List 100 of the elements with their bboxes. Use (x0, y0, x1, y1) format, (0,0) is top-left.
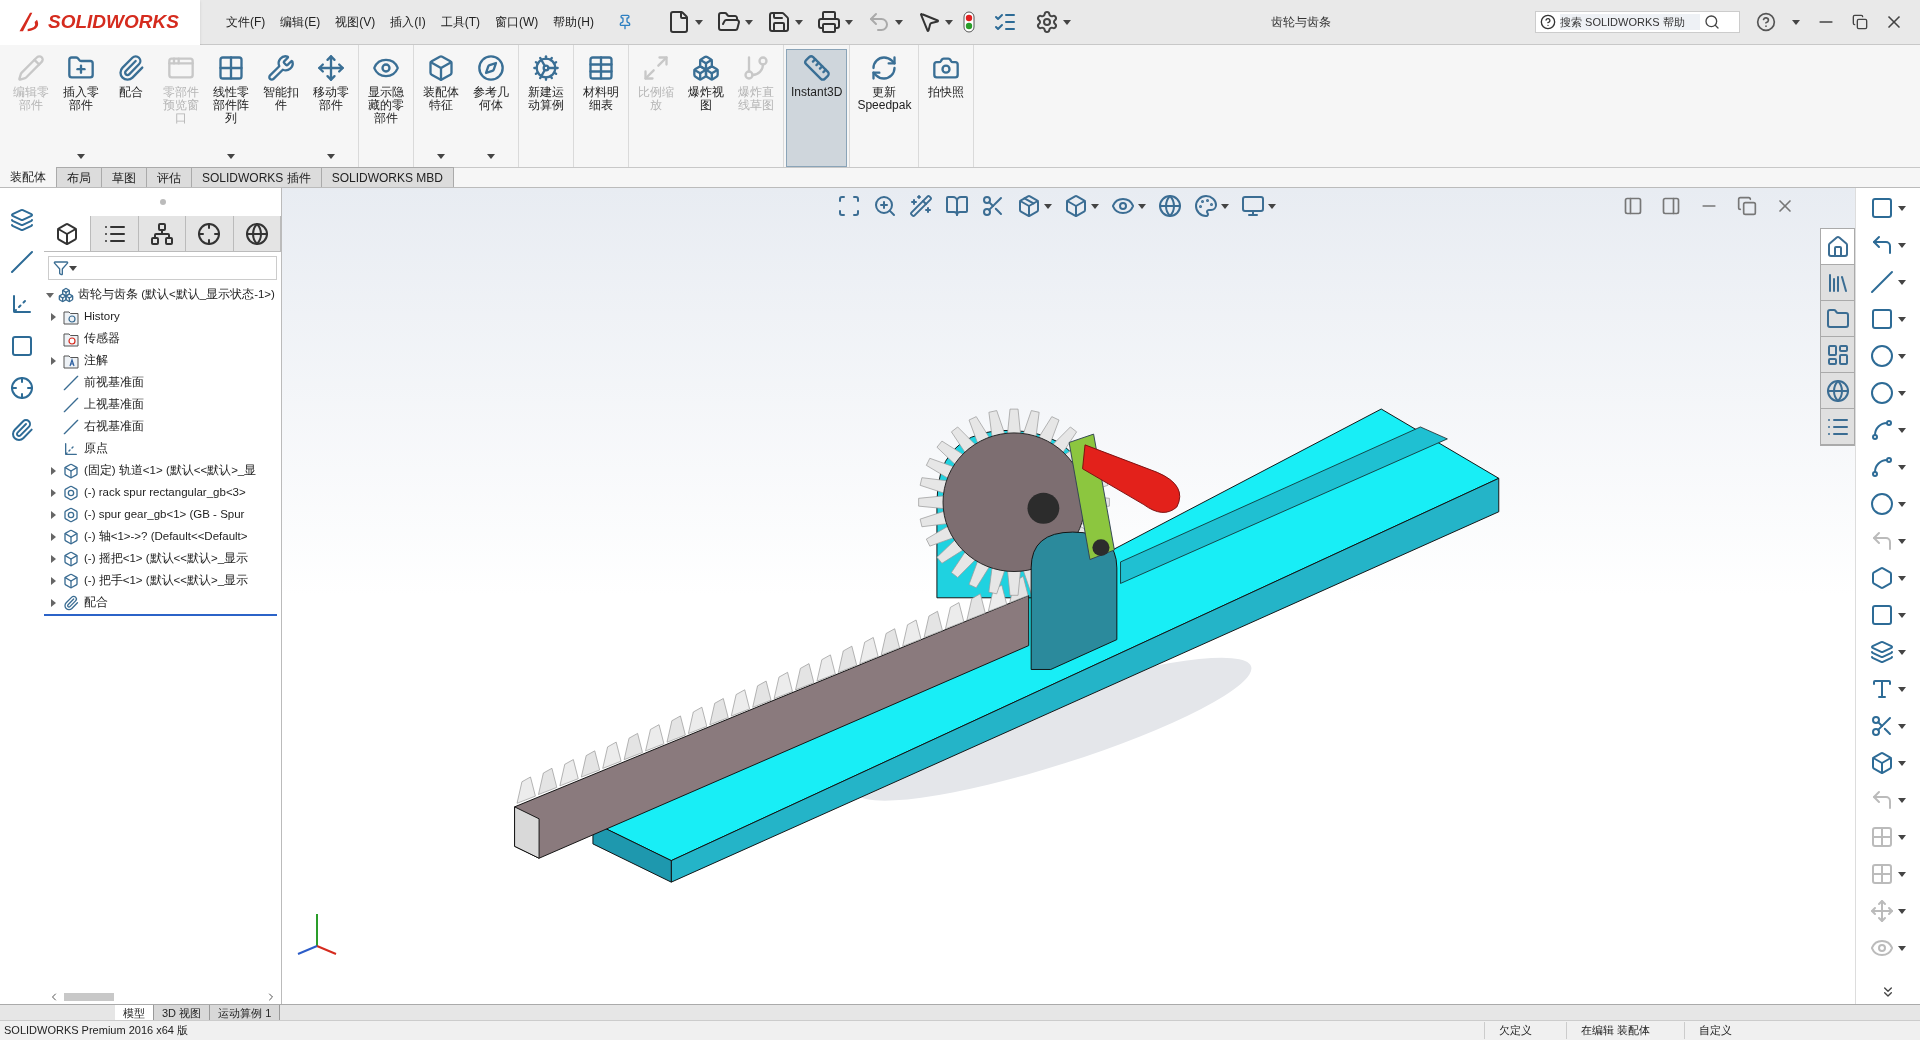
pin-icon[interactable] (617, 14, 633, 30)
tree-item[interactable]: 配合 (44, 592, 281, 614)
caret-icon[interactable] (1898, 242, 1906, 248)
expand-caret-icon[interactable] (50, 555, 56, 563)
tree-item[interactable]: (-) rack spur rectangular_gb<3> (44, 482, 281, 504)
settings-icon[interactable] (1035, 10, 1059, 34)
caret-icon[interactable] (795, 19, 803, 25)
cube-icon[interactable] (1870, 751, 1894, 775)
printer-icon[interactable] (817, 10, 841, 34)
help-icon[interactable] (1756, 12, 1776, 32)
axis-line-icon[interactable] (10, 250, 34, 274)
restore-icon[interactable] (1852, 14, 1868, 30)
ribbon-button[interactable]: 智能扣件 (256, 49, 306, 167)
ribbon-button[interactable]: 配合 (106, 49, 156, 167)
home-icon[interactable] (1825, 234, 1850, 259)
tree-item[interactable]: 原点 (44, 438, 281, 460)
package-icon[interactable] (1017, 194, 1041, 218)
ribbon-button[interactable]: 爆炸视图 (681, 49, 731, 167)
caret-icon[interactable] (945, 19, 953, 25)
ribbon-button[interactable]: 材料明细表 (576, 49, 626, 167)
expand-caret-icon[interactable] (50, 313, 56, 321)
tree-item[interactable]: 前视基准面 (44, 372, 281, 394)
expand-caret-icon[interactable] (46, 291, 54, 299)
panel-right-icon[interactable] (1661, 196, 1681, 216)
tree-item[interactable]: 注解 (44, 350, 281, 372)
caret-icon[interactable] (1898, 723, 1906, 729)
ribbon-button[interactable]: 装配体特征 (416, 49, 466, 167)
caret-icon[interactable] (327, 154, 335, 159)
caret-icon[interactable] (895, 19, 903, 25)
expand-caret-icon[interactable] (50, 467, 56, 475)
globe-icon[interactable] (244, 221, 269, 246)
scrollbar-thumb[interactable] (64, 993, 114, 1001)
menu-item[interactable]: 文件(F) (226, 13, 266, 31)
open-folder-icon[interactable] (717, 10, 741, 34)
expand-caret-icon[interactable] (50, 577, 56, 585)
model-tab[interactable]: 运动算例 1 (210, 1004, 281, 1021)
caret-icon[interactable] (1898, 390, 1906, 396)
tree-item[interactable]: (-) 轴<1>->? (Default<<Default> (44, 526, 281, 548)
mate-icon[interactable] (10, 418, 34, 442)
ribbon-button[interactable]: 参考几何体 (466, 49, 516, 167)
monitor-icon[interactable] (1241, 194, 1265, 218)
caret-icon[interactable] (1898, 612, 1906, 618)
panel-left-icon[interactable] (1623, 196, 1643, 216)
caret-icon[interactable] (1898, 353, 1906, 359)
tree-root[interactable]: 齿轮与齿条 (默认<默认_显示状态-1>) (44, 284, 281, 306)
caret-icon[interactable] (1091, 203, 1099, 209)
ribbon-button[interactable]: 更新 Speedpak (852, 49, 917, 167)
save-icon[interactable] (767, 10, 791, 34)
caret-icon[interactable] (1898, 316, 1906, 322)
ribbon-button[interactable]: 线性零部件阵列 (206, 49, 256, 167)
caret-icon[interactable] (227, 154, 235, 159)
caret-icon[interactable] (1898, 649, 1906, 655)
polygon-icon[interactable] (1870, 566, 1894, 590)
menu-item[interactable]: 窗口(W) (495, 13, 539, 31)
ribbon-button[interactable]: 显示隐藏的零部件 (361, 49, 411, 167)
menu-item[interactable]: 工具(T) (440, 13, 480, 31)
tree-item[interactable]: 上视基准面 (44, 394, 281, 416)
config-tree-icon[interactable] (150, 221, 174, 246)
traffic-light-icon[interactable] (963, 10, 975, 34)
line-icon[interactable] (1870, 270, 1894, 294)
caret-icon[interactable] (1898, 686, 1906, 692)
logo[interactable]: SOLIDWORKS (0, 0, 200, 45)
menu-item[interactable]: 插入(I) (390, 13, 426, 31)
caret-icon[interactable] (1792, 19, 1800, 25)
cube-icon[interactable] (55, 221, 80, 246)
ribbon-button[interactable]: 移动零部件 (306, 49, 356, 167)
globe-icon[interactable] (1825, 378, 1850, 403)
ribbon-button[interactable]: 插入零部件 (56, 49, 106, 167)
folder-icon[interactable] (1825, 306, 1850, 331)
ribbon-button[interactable]: 新建运动算例 (521, 49, 571, 167)
expand-caret-icon[interactable] (50, 599, 56, 607)
new-file-icon[interactable] (667, 10, 691, 34)
model-tab[interactable]: 模型 (115, 1004, 154, 1021)
arc-icon[interactable] (1870, 418, 1894, 442)
wand-icon[interactable] (909, 194, 933, 218)
caret-icon[interactable] (1063, 19, 1071, 25)
command-tab[interactable]: 草图 (102, 167, 147, 187)
expand-caret-icon[interactable] (50, 511, 56, 519)
tree-item[interactable]: 右视基准面 (44, 416, 281, 438)
caret-icon[interactable] (1898, 427, 1906, 433)
command-tab[interactable]: 装配体 (0, 167, 57, 187)
palette-icon[interactable] (1194, 194, 1218, 218)
expand-caret-icon[interactable] (50, 533, 56, 541)
command-tab[interactable]: SOLIDWORKS MBD (321, 167, 455, 187)
caret-icon[interactable] (1898, 908, 1906, 914)
ribbon-button[interactable]: Instant3D (786, 49, 848, 167)
caret-icon[interactable] (1221, 203, 1229, 209)
caret-icon[interactable] (1898, 871, 1906, 877)
caret-icon[interactable] (487, 154, 495, 159)
command-tab[interactable]: SOLIDWORKS 插件 (192, 167, 322, 187)
trim-icon[interactable] (1870, 714, 1894, 738)
pointer-icon[interactable] (917, 10, 941, 34)
caret-icon[interactable] (1898, 279, 1906, 285)
caret-icon[interactable] (1898, 945, 1906, 951)
help-icon[interactable] (1540, 14, 1556, 30)
search-input[interactable]: 搜索 SOLIDWORKS 帮助 (1560, 13, 1700, 31)
search-icon[interactable] (1704, 14, 1720, 30)
caret-icon[interactable] (1898, 797, 1906, 803)
tree-item[interactable]: (-) 摇把<1> (默认<<默认>_显示 (44, 548, 281, 570)
crosshair-icon[interactable] (197, 221, 222, 246)
